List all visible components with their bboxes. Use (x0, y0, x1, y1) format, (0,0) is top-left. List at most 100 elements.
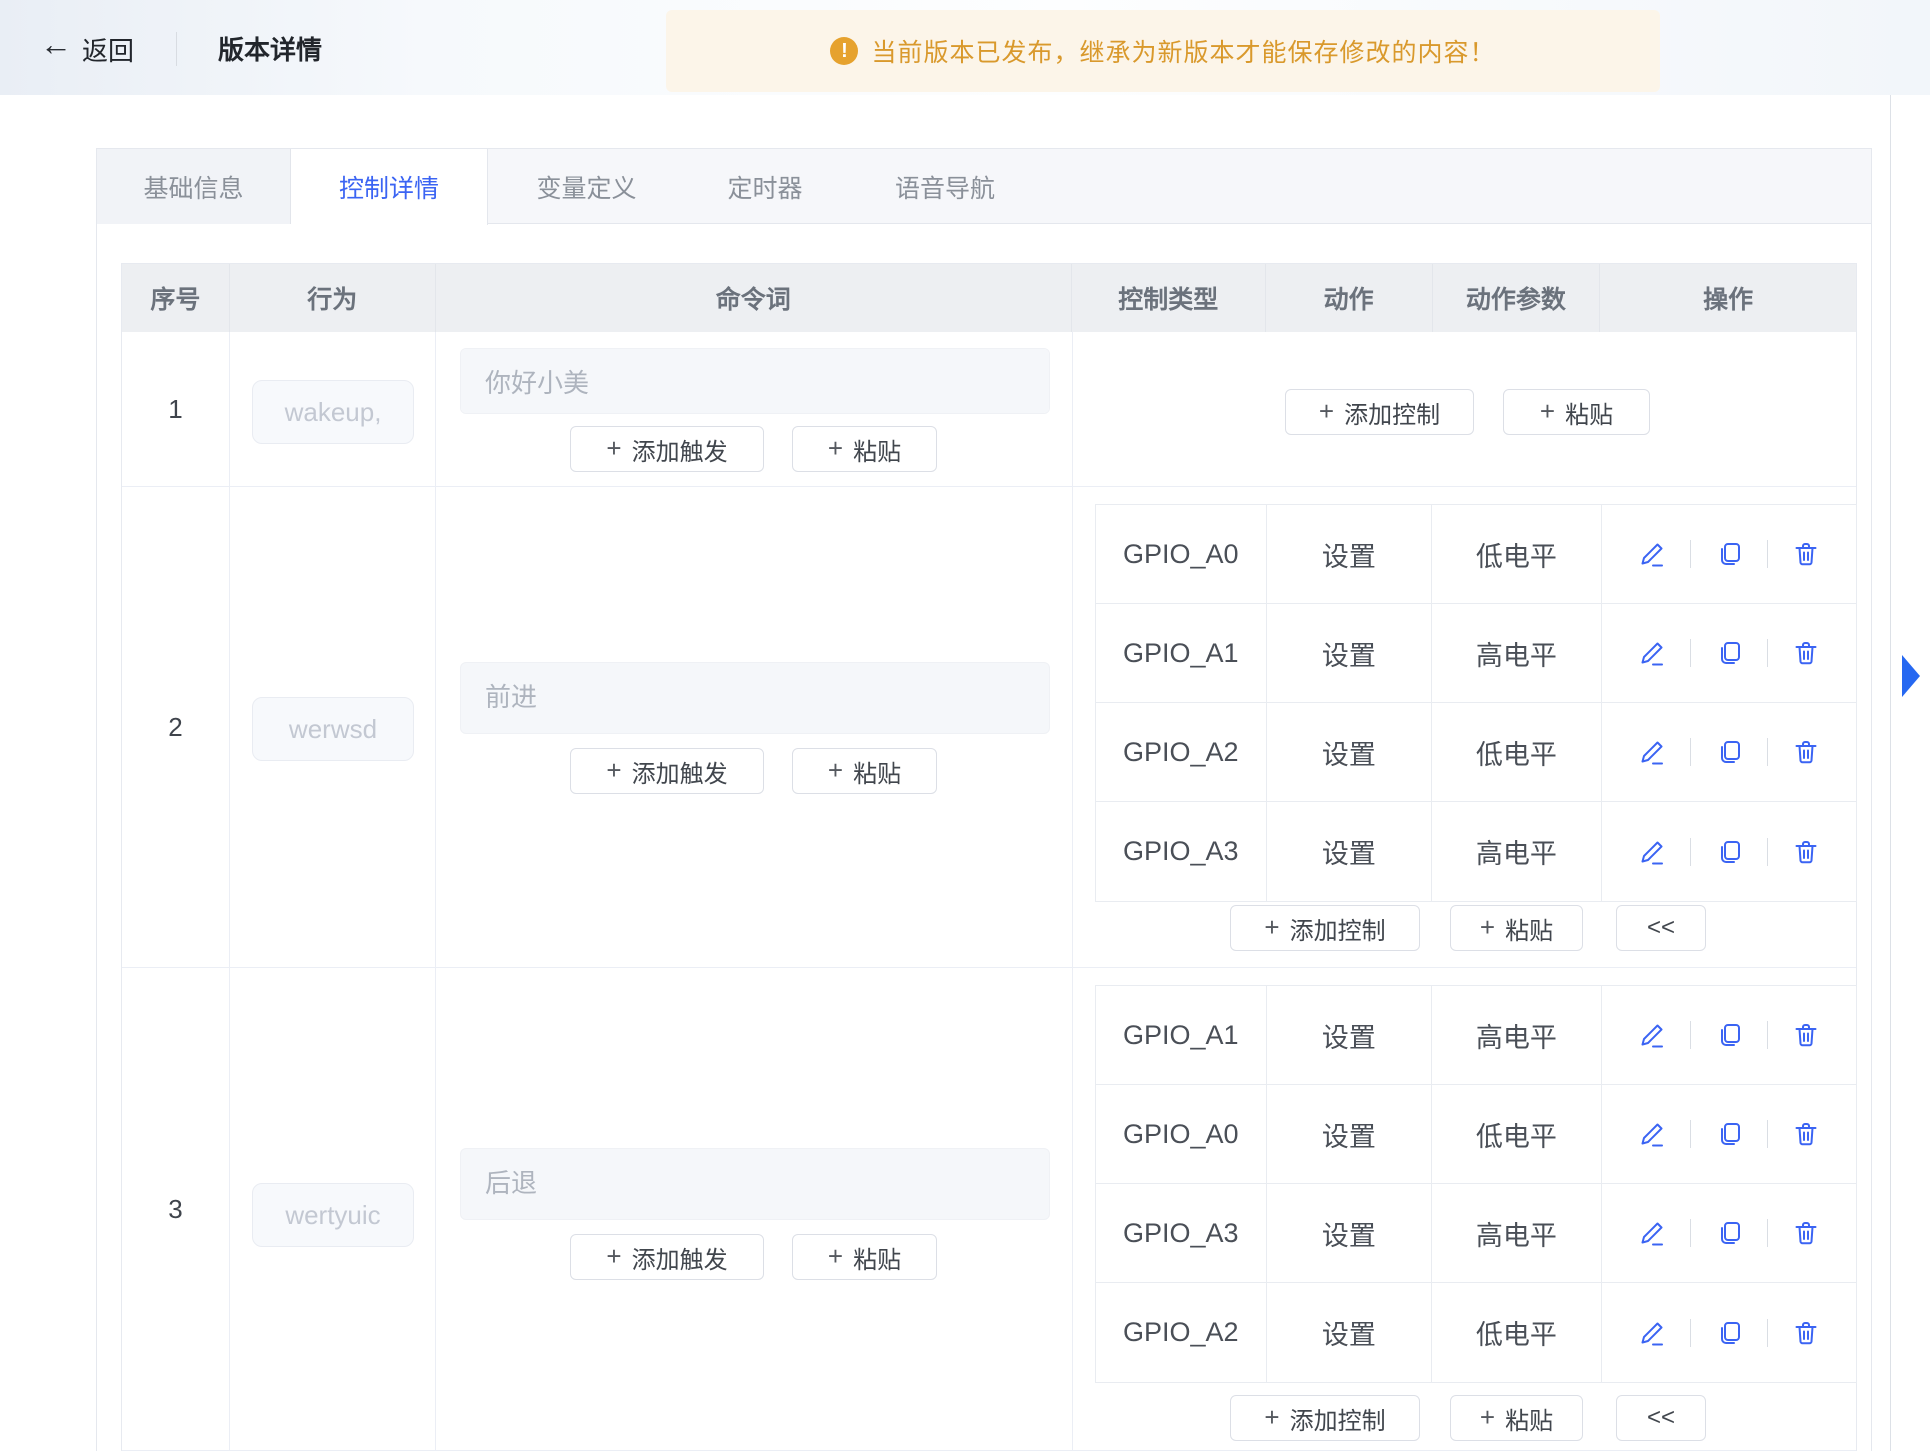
control-operations (1602, 1085, 1856, 1183)
paste-trigger-button[interactable]: + 粘贴 (792, 1234, 937, 1280)
add-control-button[interactable]: + 添加控制 (1230, 1395, 1420, 1441)
table-row: 2 + 添加触发 + 粘贴 (122, 487, 1856, 968)
add-trigger-label: 添加触发 (632, 1240, 728, 1275)
icon-divider (1767, 838, 1768, 866)
published-warning-banner: ! 当前版本已发布，继承为新版本才能保存修改的内容！ (666, 10, 1660, 92)
plus-icon: + (606, 755, 621, 786)
add-control-label: 添加控制 (1290, 911, 1386, 946)
detail-card: 基础信息 控制详情 变量定义 定时器 语音导航 序号 行为 命令词 控制类型 动… (96, 148, 1872, 1451)
delete-icon[interactable] (1790, 1217, 1822, 1249)
copy-icon[interactable] (1713, 538, 1745, 570)
copy-icon[interactable] (1713, 736, 1745, 768)
plus-icon: + (1264, 1402, 1279, 1433)
paste-trigger-button[interactable]: + 粘贴 (792, 748, 937, 794)
tab-voice-navigation[interactable]: 语音导航 (845, 149, 1045, 224)
edit-icon[interactable] (1636, 1019, 1668, 1051)
paste-label: 粘贴 (853, 754, 901, 789)
delete-icon[interactable] (1790, 836, 1822, 868)
back-button[interactable]: 返回 (82, 31, 134, 68)
col-header-no: 序号 (122, 264, 230, 332)
control-sub-table: GPIO_A1 设置 高电平 G (1095, 985, 1857, 1383)
paste-control-button[interactable]: + 粘贴 (1450, 905, 1583, 951)
add-control-button[interactable]: + 添加控制 (1230, 905, 1420, 951)
table-header: 序号 行为 命令词 控制类型 动作 动作参数 操作 (122, 264, 1856, 332)
collapse-label: << (1647, 1404, 1675, 1432)
behavior-input[interactable] (252, 697, 414, 761)
collapse-button[interactable]: << (1616, 905, 1706, 951)
control-action: 设置 (1267, 703, 1433, 801)
control-param: 低电平 (1432, 703, 1602, 801)
control-operations (1602, 703, 1856, 801)
command-input[interactable] (460, 1148, 1050, 1220)
delete-icon[interactable] (1790, 1118, 1822, 1150)
copy-icon[interactable] (1713, 1118, 1745, 1150)
add-trigger-button[interactable]: + 添加触发 (570, 748, 764, 794)
add-control-button[interactable]: + 添加控制 (1285, 389, 1474, 435)
control-action: 设置 (1267, 604, 1433, 702)
plus-icon: + (606, 433, 621, 464)
command-input[interactable] (460, 662, 1050, 734)
icon-divider (1767, 738, 1768, 766)
delete-icon[interactable] (1790, 538, 1822, 570)
copy-icon[interactable] (1713, 1317, 1745, 1349)
command-cell: + 添加触发 + 粘贴 (436, 332, 1073, 486)
row-number: 1 (122, 332, 230, 486)
collapse-button[interactable]: << (1616, 1395, 1706, 1441)
edit-icon[interactable] (1636, 1217, 1668, 1249)
paste-label: 粘贴 (1565, 395, 1613, 430)
tab-basic-info[interactable]: 基础信息 (97, 149, 291, 224)
plus-icon: + (606, 1241, 621, 1272)
icon-divider (1690, 1120, 1691, 1148)
paste-control-button[interactable]: + 粘贴 (1503, 389, 1650, 435)
add-trigger-label: 添加触发 (632, 754, 728, 789)
delete-icon[interactable] (1790, 1317, 1822, 1349)
tab-bar: 基础信息 控制详情 变量定义 定时器 语音导航 (97, 149, 1871, 224)
delete-icon[interactable] (1790, 736, 1822, 768)
control-param: 高电平 (1432, 802, 1602, 901)
back-arrow-icon[interactable]: ← (40, 26, 72, 63)
behavior-input[interactable] (252, 1183, 414, 1247)
tab-control-detail[interactable]: 控制详情 (291, 149, 488, 225)
control-operations (1602, 802, 1856, 901)
edit-icon[interactable] (1636, 1317, 1668, 1349)
behavior-input[interactable] (252, 380, 414, 444)
add-trigger-button[interactable]: + 添加触发 (570, 426, 764, 472)
expand-panel-handle[interactable] (1902, 655, 1920, 697)
paste-trigger-button[interactable]: + 粘贴 (792, 426, 937, 472)
icon-divider (1690, 1319, 1691, 1347)
icon-divider (1767, 1120, 1768, 1148)
icon-divider (1690, 540, 1691, 568)
control-action: 设置 (1267, 1184, 1433, 1282)
delete-icon[interactable] (1790, 1019, 1822, 1051)
warning-icon: ! (830, 37, 858, 65)
command-cell: + 添加触发 + 粘贴 (436, 487, 1073, 967)
right-panel-divider (1890, 95, 1891, 1451)
edit-icon[interactable] (1636, 538, 1668, 570)
edit-icon[interactable] (1636, 1118, 1668, 1150)
edit-icon[interactable] (1636, 736, 1668, 768)
add-trigger-button[interactable]: + 添加触发 (570, 1234, 764, 1280)
plus-icon: + (828, 755, 843, 786)
control-param: 低电平 (1432, 1085, 1602, 1183)
plus-icon: + (1480, 912, 1495, 943)
tab-timer[interactable]: 定时器 (685, 149, 845, 224)
edit-icon[interactable] (1636, 637, 1668, 669)
control-type: GPIO_A1 (1096, 604, 1267, 702)
control-operations (1602, 505, 1856, 603)
control-row: GPIO_A3 设置 高电平 (1096, 802, 1856, 901)
edit-icon[interactable] (1636, 836, 1668, 868)
copy-icon[interactable] (1713, 1217, 1745, 1249)
tab-variable-definition[interactable]: 变量定义 (488, 149, 685, 224)
copy-icon[interactable] (1713, 637, 1745, 669)
icon-divider (1690, 738, 1691, 766)
copy-icon[interactable] (1713, 836, 1745, 868)
copy-icon[interactable] (1713, 1019, 1745, 1051)
control-param: 高电平 (1432, 986, 1602, 1084)
delete-icon[interactable] (1790, 637, 1822, 669)
paste-control-button[interactable]: + 粘贴 (1450, 1395, 1583, 1441)
icon-divider (1767, 1319, 1768, 1347)
paste-label: 粘贴 (853, 432, 901, 467)
command-input[interactable] (460, 348, 1050, 414)
control-type: GPIO_A0 (1096, 1085, 1267, 1183)
control-sub-table: GPIO_A0 设置 低电平 G (1095, 504, 1857, 902)
